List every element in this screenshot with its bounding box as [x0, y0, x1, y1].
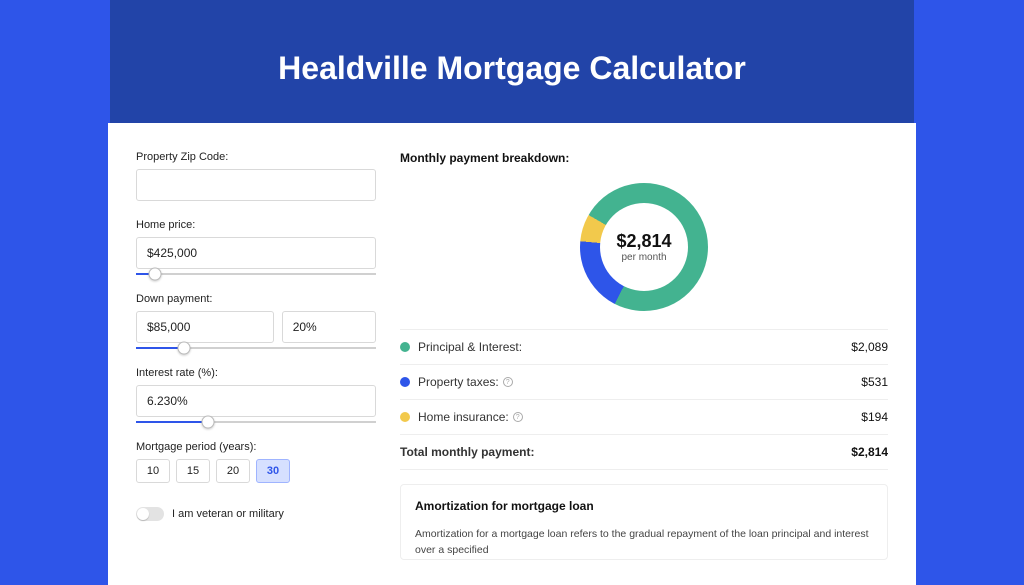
price-label: Home price:: [136, 219, 376, 231]
breakdown-title: Monthly payment breakdown:: [400, 151, 888, 165]
legend-dot: [400, 342, 410, 352]
down-slider-thumb[interactable]: [178, 342, 191, 355]
veteran-toggle[interactable]: [136, 507, 164, 521]
period-option-30[interactable]: 30: [256, 459, 290, 483]
legend-label-text: Home insurance:: [418, 410, 509, 424]
legend-row-principal: Principal & Interest: $2,089: [400, 330, 888, 365]
calculator-card: Property Zip Code: Home price: Down paym…: [108, 123, 916, 585]
legend-value: $531: [861, 375, 888, 389]
legend: Principal & Interest: $2,089 Property ta…: [400, 329, 888, 470]
hero-band: Healdville Mortgage Calculator Property …: [110, 0, 914, 512]
price-slider[interactable]: [136, 273, 376, 275]
legend-value: $2,089: [851, 340, 888, 354]
price-field: Home price:: [136, 219, 376, 275]
down-label: Down payment:: [136, 293, 376, 305]
legend-total-label: Total monthly payment:: [400, 445, 851, 459]
zip-input[interactable]: [136, 169, 376, 201]
info-icon[interactable]: ?: [513, 412, 523, 422]
down-field: Down payment:: [136, 293, 376, 349]
legend-value: $194: [861, 410, 888, 424]
legend-label: Home insurance: ?: [418, 410, 861, 424]
rate-slider-thumb[interactable]: [202, 416, 215, 429]
donut-sub: per month: [621, 252, 666, 263]
down-amount-input[interactable]: [136, 311, 274, 343]
veteran-toggle-row: I am veteran or military: [136, 507, 376, 521]
legend-dot: [400, 412, 410, 422]
rate-slider-fill: [136, 421, 208, 423]
price-input[interactable]: [136, 237, 376, 269]
legend-row-total: Total monthly payment: $2,814: [400, 435, 888, 470]
legend-label: Property taxes: ?: [418, 375, 861, 389]
legend-total-value: $2,814: [851, 445, 888, 459]
legend-row-taxes: Property taxes: ? $531: [400, 365, 888, 400]
legend-dot: [400, 377, 410, 387]
rate-field: Interest rate (%):: [136, 367, 376, 423]
donut-center: $2,814 per month: [600, 203, 688, 291]
legend-label: Principal & Interest:: [418, 340, 851, 354]
down-slider[interactable]: [136, 347, 376, 349]
page-title: Healdville Mortgage Calculator: [110, 50, 914, 87]
form-column: Property Zip Code: Home price: Down paym…: [136, 151, 376, 585]
zip-label: Property Zip Code:: [136, 151, 376, 163]
donut-amount: $2,814: [616, 231, 671, 252]
down-percent-input[interactable]: [282, 311, 376, 343]
legend-label-text: Property taxes:: [418, 375, 499, 389]
period-label: Mortgage period (years):: [136, 441, 376, 453]
legend-row-insurance: Home insurance: ? $194: [400, 400, 888, 435]
amortization-card: Amortization for mortgage loan Amortizat…: [400, 484, 888, 560]
period-options: 10 15 20 30: [136, 459, 376, 483]
amortization-title: Amortization for mortgage loan: [415, 499, 873, 513]
period-option-15[interactable]: 15: [176, 459, 210, 483]
amortization-text: Amortization for a mortgage loan refers …: [415, 527, 873, 559]
period-field: Mortgage period (years): 10 15 20 30: [136, 441, 376, 483]
donut-chart-wrap: $2,814 per month: [400, 183, 888, 311]
price-slider-thumb[interactable]: [149, 268, 162, 281]
info-icon[interactable]: ?: [503, 377, 513, 387]
result-column: Monthly payment breakdown: $2,814 per mo…: [400, 151, 888, 585]
donut-chart: $2,814 per month: [580, 183, 708, 311]
veteran-label: I am veteran or military: [172, 508, 284, 520]
period-option-20[interactable]: 20: [216, 459, 250, 483]
rate-label: Interest rate (%):: [136, 367, 376, 379]
rate-input[interactable]: [136, 385, 376, 417]
zip-field: Property Zip Code:: [136, 151, 376, 201]
rate-slider[interactable]: [136, 421, 376, 423]
period-option-10[interactable]: 10: [136, 459, 170, 483]
